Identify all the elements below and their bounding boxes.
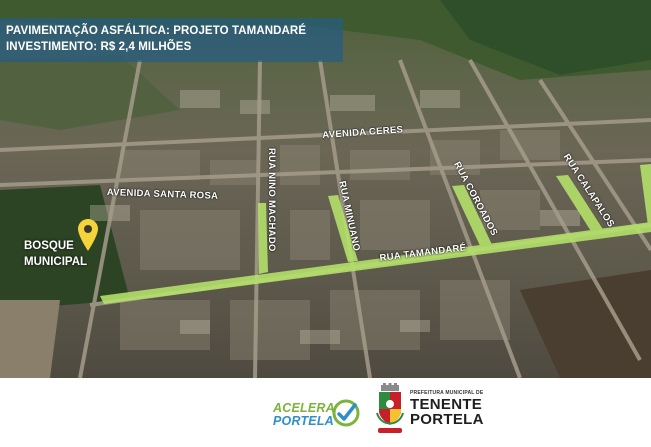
prefeitura-name-line2: PORTELA [410, 411, 484, 428]
poi-bosque-municipal: BOSQUE MUNICIPAL [24, 238, 87, 270]
green-field [0, 55, 180, 130]
banner-investment: INVESTIMENTO: R$ 2,4 MILHÕES [6, 41, 192, 53]
title-banner: PAVIMENTAÇÃO ASFÁLTICA: PROJETO TAMANDAR… [0, 18, 343, 62]
label-rua-nino-machado: RUA NINO MACHADO [266, 148, 277, 252]
dense-block [520, 270, 651, 378]
poi-line1: BOSQUE [24, 240, 74, 252]
acelera-check-icon [332, 399, 360, 427]
municipal-crest-icon [376, 383, 404, 433]
open-lot [0, 300, 60, 378]
acelera-logo-line2: PORTELA [273, 414, 334, 428]
poi-line2: MUNICIPAL [24, 256, 88, 268]
banner-title: PAVIMENTAÇÃO ASFÁLTICA: PROJETO TAMANDAR… [6, 25, 307, 37]
